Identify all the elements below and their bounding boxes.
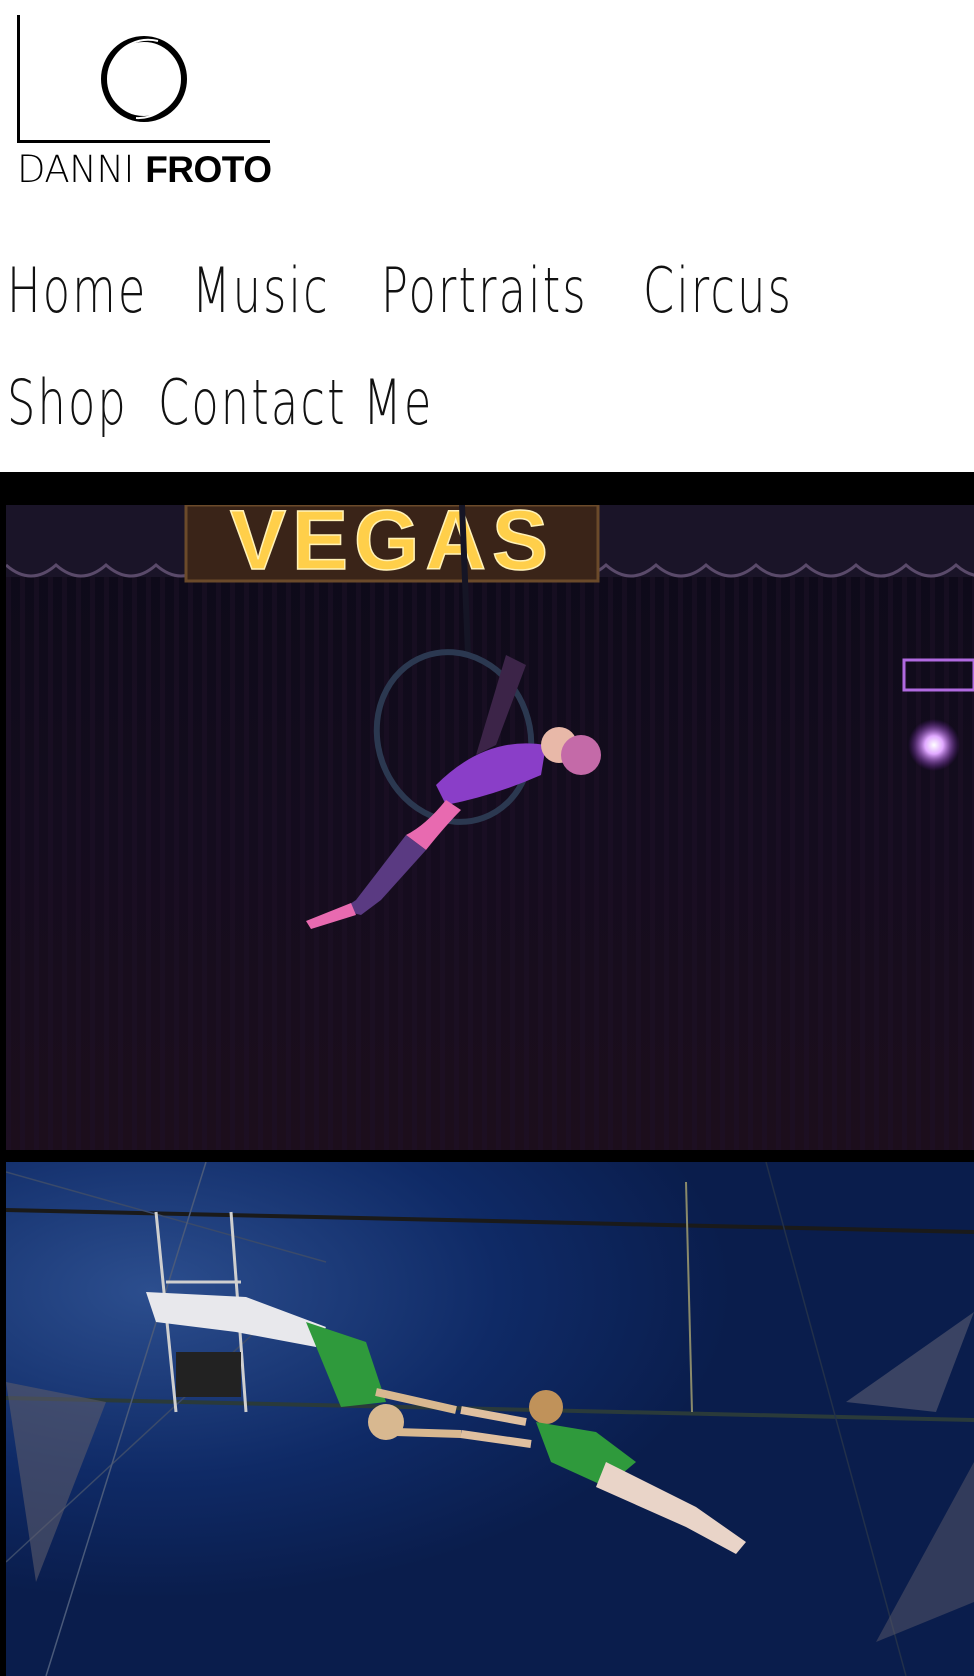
nav-circus[interactable]: Circus: [643, 260, 793, 322]
logo-word-danni: DANNI: [17, 148, 134, 191]
photo-trapeze[interactable]: [6, 1162, 974, 1676]
vegas-sign-text: VEGAS: [230, 505, 554, 587]
aerial-hoop-image: VEGAS: [6, 505, 974, 1150]
logo-frame-vertical: [17, 15, 20, 143]
nav-home[interactable]: Home: [7, 260, 147, 322]
nav-music[interactable]: Music: [192, 260, 330, 322]
logo-frame-horizontal: [17, 140, 270, 143]
logo-word-froto: FROTO: [145, 149, 272, 190]
photo-gallery: VEGAS: [0, 472, 974, 1676]
nav-portraits[interactable]: Portraits: [381, 260, 588, 322]
trapeze-image: [6, 1162, 974, 1676]
nav-shop[interactable]: Shop: [7, 372, 128, 434]
nav-contact-me[interactable]: Contact Me: [158, 372, 433, 434]
logo-wordmark: DANNI FROTO: [17, 148, 272, 192]
logo-ring-icon: [101, 36, 187, 122]
photo-aerial-hoop[interactable]: VEGAS: [6, 505, 974, 1150]
site-logo[interactable]: DANNI FROTO: [0, 0, 300, 200]
